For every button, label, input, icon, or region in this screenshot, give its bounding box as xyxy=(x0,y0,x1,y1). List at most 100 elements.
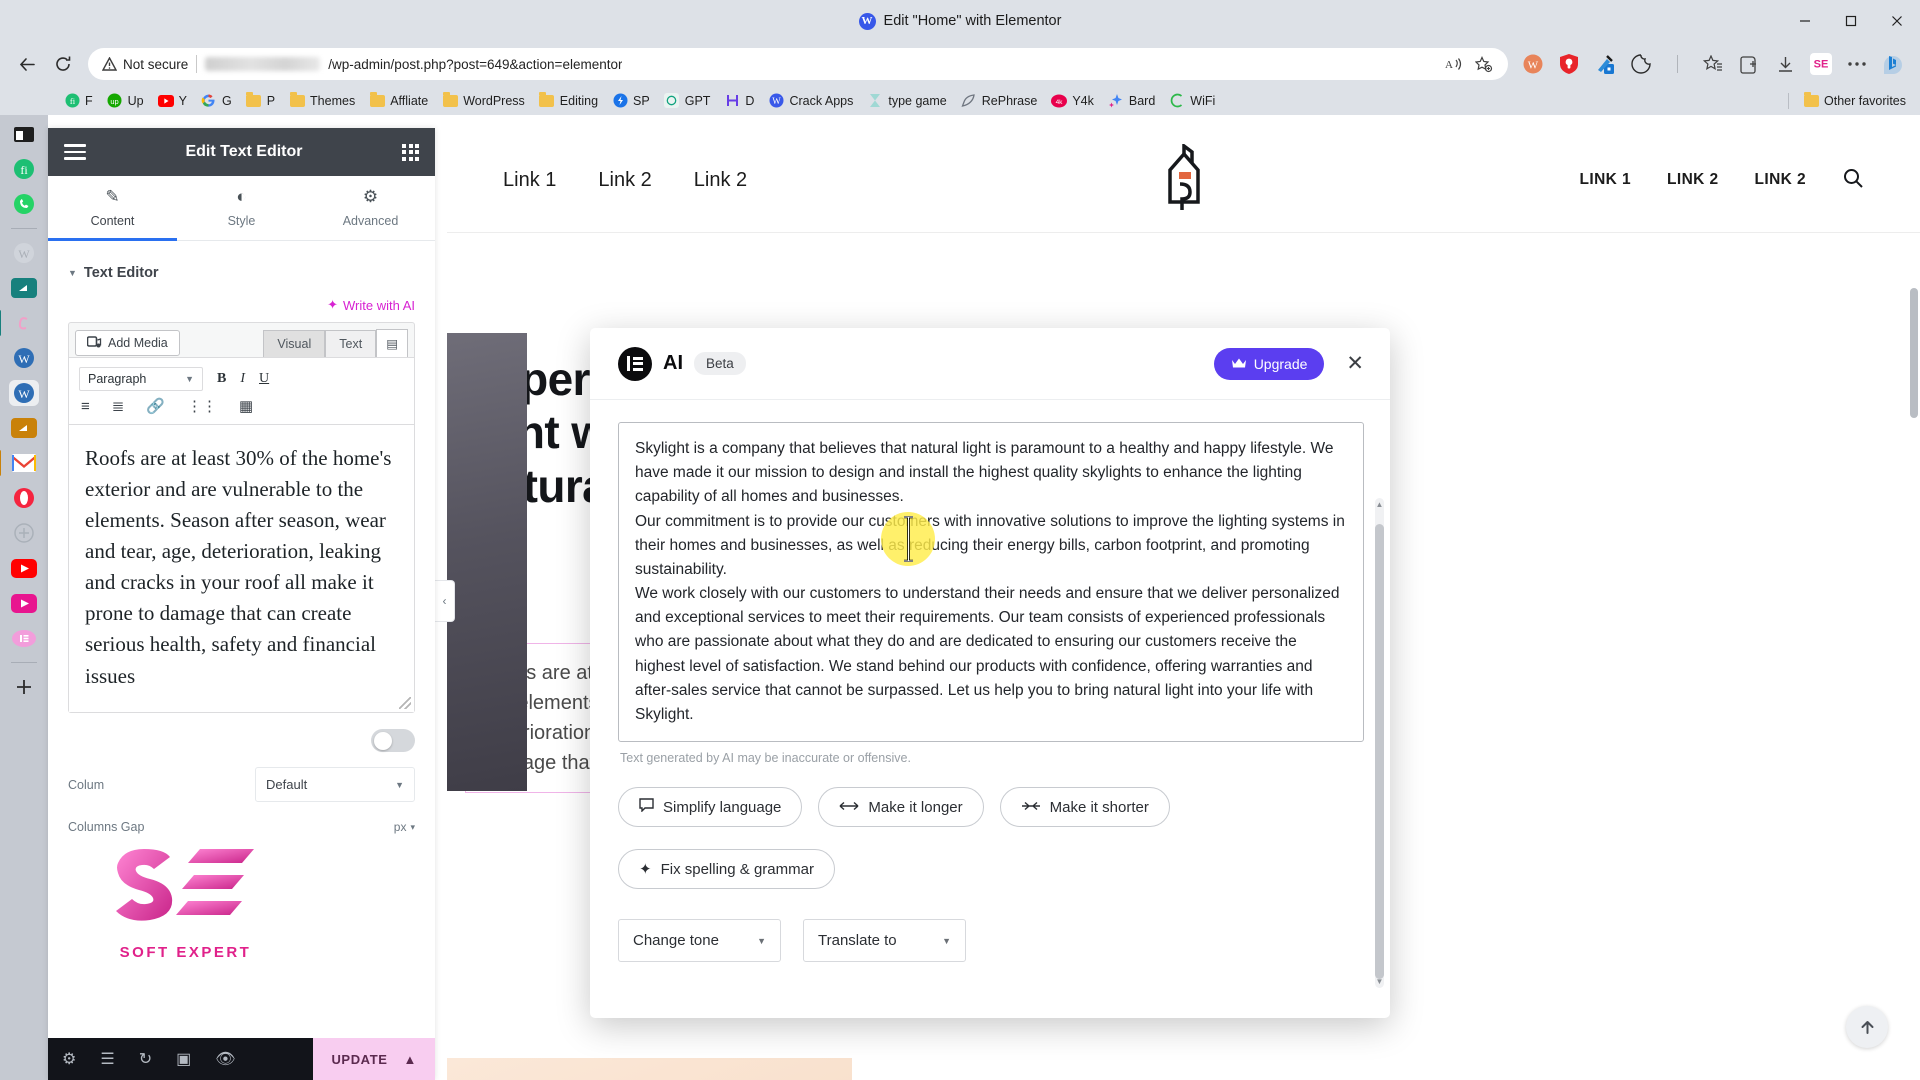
adblock-shield-icon[interactable] xyxy=(1552,47,1586,81)
gmail-icon[interactable] xyxy=(0,450,39,476)
chevron-up-icon[interactable]: ▲ xyxy=(404,1052,417,1067)
nav-link-upper-3[interactable]: LINK 2 xyxy=(1755,171,1807,189)
scroll-down-arrow[interactable]: ▼ xyxy=(1375,977,1384,986)
bookmark-sp[interactable]: SP xyxy=(606,90,656,112)
collections-icon[interactable] xyxy=(1696,47,1730,81)
nav-link-1[interactable]: Link 1 xyxy=(503,169,556,192)
columns-select[interactable]: Default ▼ xyxy=(255,767,415,802)
maximize-icon[interactable] xyxy=(1828,0,1874,42)
nav-link-3[interactable]: Link 2 xyxy=(694,169,747,192)
add-media-button[interactable]: Add Media xyxy=(75,330,180,356)
ai-dialog-scrollbar[interactable]: ▲ ▼ xyxy=(1375,498,1384,988)
bookmark-p[interactable]: P xyxy=(240,90,281,112)
teal-app-icon[interactable] xyxy=(9,275,39,301)
tab-content[interactable]: ✎ Content xyxy=(48,176,177,241)
nav-link-upper-2[interactable]: LINK 2 xyxy=(1667,171,1719,189)
write-with-ai-button[interactable]: ✦ Write with AI xyxy=(68,291,415,322)
bookmark-themes[interactable]: Themes xyxy=(283,90,361,112)
minimize-icon[interactable] xyxy=(1782,0,1828,42)
preview-changes-icon[interactable]: 👁 xyxy=(215,1049,235,1069)
fix-spelling-grammar-button[interactable]: ✦ Fix spelling & grammar xyxy=(618,849,835,890)
change-tone-select[interactable]: Change tone ▼ xyxy=(618,919,781,963)
navigator-icon[interactable]: ☰ xyxy=(100,1049,114,1069)
reload-icon[interactable] xyxy=(46,47,80,81)
simplify-language-button[interactable]: Simplify language xyxy=(618,787,803,828)
read-more-button[interactable]: ⋮⋮ xyxy=(187,397,217,415)
youtube-icon[interactable] xyxy=(9,555,39,581)
bookmark-wordpress[interactable]: WordPress xyxy=(436,90,531,112)
close-icon[interactable] xyxy=(1874,0,1920,42)
bookmark-crack-apps[interactable]: W Crack Apps xyxy=(762,90,859,112)
more-options-icon[interactable] xyxy=(1840,47,1874,81)
update-button[interactable]: UPDATE ▲ xyxy=(313,1038,435,1080)
hamburger-menu-icon[interactable] xyxy=(64,144,86,160)
bold-button[interactable]: B xyxy=(217,371,226,387)
numbered-list-button[interactable]: ≣ xyxy=(112,397,125,415)
drop-cap-toggle[interactable] xyxy=(371,729,415,752)
wordpress-extension-icon[interactable]: W xyxy=(1516,47,1550,81)
orange-app-icon[interactable] xyxy=(9,415,39,441)
bookmark-fiverr[interactable]: fi F xyxy=(58,90,99,112)
panel-collapse-handle[interactable]: ‹ xyxy=(435,580,455,622)
bookmark-bard[interactable]: Bard xyxy=(1102,90,1161,112)
editor-tab-text[interactable]: Text xyxy=(325,330,377,357)
make-it-longer-button[interactable]: Make it longer xyxy=(818,787,984,828)
scroll-thumb[interactable] xyxy=(1375,524,1384,979)
bookmark-y4k[interactable]: 4k Y4k xyxy=(1045,90,1100,112)
bulleted-list-button[interactable]: ≡ xyxy=(81,398,90,415)
address-bar[interactable]: Not secure /wp-admin/post.php?post=649&a… xyxy=(88,48,1508,80)
bookmark-google[interactable]: G xyxy=(195,90,238,112)
opera-icon[interactable] xyxy=(9,485,39,511)
wordpress-icon[interactable]: W xyxy=(9,240,39,266)
bookmark-rephrase[interactable]: RePhrase xyxy=(955,90,1044,112)
bookmark-affliate[interactable]: Affliate xyxy=(363,90,434,112)
back-arrow-icon[interactable] xyxy=(10,47,44,81)
toolbar-toggle-button[interactable]: ▦ xyxy=(239,397,253,415)
cookie-extension-icon[interactable] xyxy=(1624,47,1658,81)
bookmark-upwork[interactable]: up Up xyxy=(101,90,150,112)
scroll-up-arrow[interactable]: ▲ xyxy=(1375,500,1384,509)
translate-to-select[interactable]: Translate to ▼ xyxy=(803,919,966,963)
bookmark-type-game[interactable]: type game xyxy=(861,90,952,112)
soft-expert-extension-icon[interactable]: SE xyxy=(1804,47,1838,81)
wordpress-icon-active[interactable]: W xyxy=(9,380,39,406)
editor-tab-visual[interactable]: Visual xyxy=(263,330,326,357)
add-icon[interactable] xyxy=(9,674,39,700)
responsive-mode-icon[interactable]: ▣ xyxy=(176,1049,191,1069)
ai-generated-text-area[interactable]: Skylight is a company that believes that… xyxy=(618,422,1364,743)
history-icon[interactable]: ↻ xyxy=(139,1049,152,1069)
bookmark-other-favorites[interactable]: Other favorites xyxy=(1797,90,1912,112)
tab-advanced[interactable]: ⚙ Advanced xyxy=(306,176,435,241)
bookmark-wifi[interactable]: WiFi xyxy=(1163,90,1221,112)
canva-icon[interactable] xyxy=(0,310,39,336)
unit-selector[interactable]: px ▾ xyxy=(394,820,415,834)
security-status[interactable]: Not secure xyxy=(102,57,188,72)
nav-link-upper-1[interactable]: LINK 1 xyxy=(1580,171,1632,189)
task-view-icon[interactable] xyxy=(9,121,39,147)
bing-copilot-icon[interactable] xyxy=(1876,47,1910,81)
bookmark-youtube[interactable]: Y xyxy=(152,90,193,112)
italic-button[interactable]: I xyxy=(240,371,245,387)
bookmark-d[interactable]: D xyxy=(718,90,760,112)
bookmark-editing[interactable]: Editing xyxy=(533,90,604,112)
search-icon[interactable] xyxy=(1842,167,1864,194)
bookmark-gpt[interactable]: GPT xyxy=(658,90,717,112)
house-logo-icon[interactable] xyxy=(1154,142,1214,217)
make-it-shorter-button[interactable]: Make it shorter xyxy=(999,787,1170,828)
pink-media-icon[interactable] xyxy=(9,590,39,616)
close-icon[interactable]: ✕ xyxy=(1346,353,1364,374)
preview-scrollbar[interactable] xyxy=(1910,288,1918,418)
whatsapp-icon[interactable] xyxy=(9,191,39,217)
settings-icon[interactable]: ⚙ xyxy=(62,1049,76,1069)
browser-essentials-icon[interactable] xyxy=(1732,47,1766,81)
fiverr-icon[interactable]: fi xyxy=(9,156,39,182)
scroll-to-top-icon[interactable] xyxy=(1846,1006,1888,1048)
section-text-editor-header[interactable]: ▼ Text Editor xyxy=(68,241,415,291)
add-favorite-icon[interactable] xyxy=(1470,50,1498,78)
nav-link-2[interactable]: Link 2 xyxy=(598,169,651,192)
editor-toolbar-toggle[interactable]: ▤ xyxy=(376,329,408,357)
tab-style[interactable]: ◐ Style xyxy=(177,176,306,241)
plus-circle-icon[interactable] xyxy=(9,520,39,546)
downloads-icon[interactable] xyxy=(1768,47,1802,81)
insert-link-button[interactable]: 🔗 xyxy=(146,397,165,415)
